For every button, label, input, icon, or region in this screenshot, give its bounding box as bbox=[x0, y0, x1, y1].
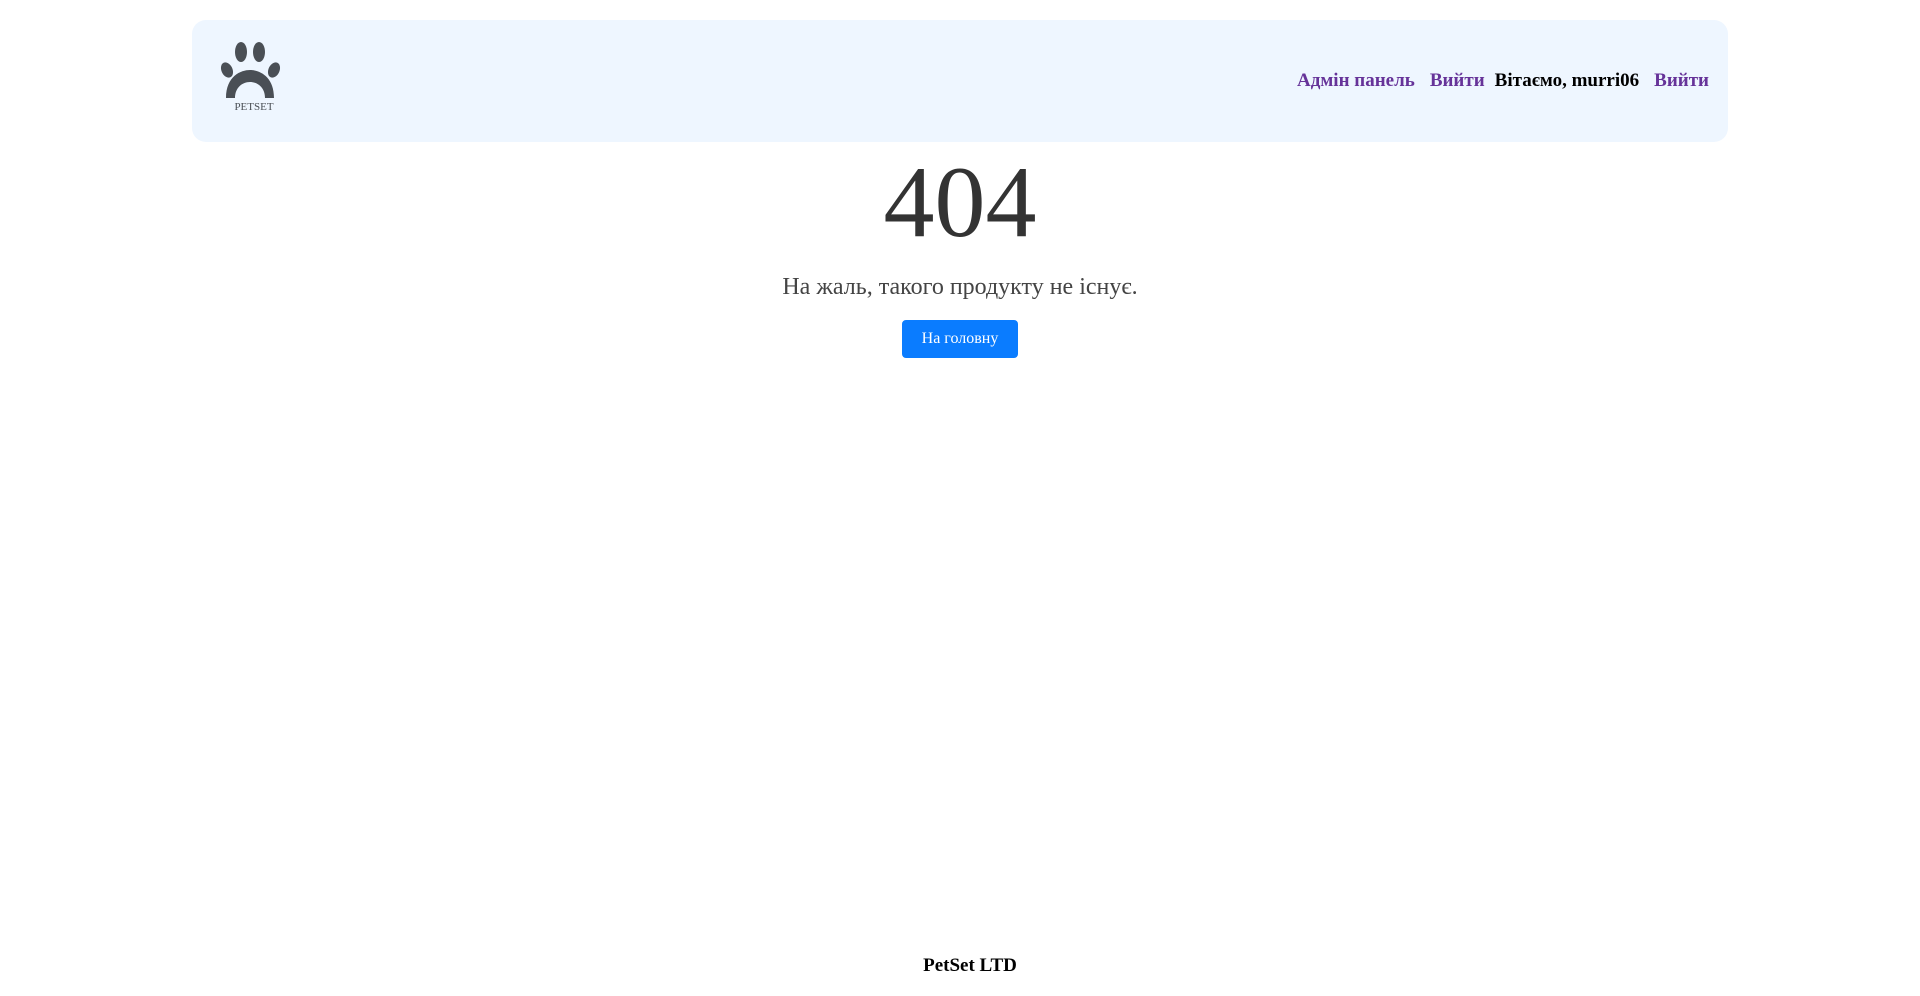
admin-panel-link[interactable]: Адмін панель bbox=[1297, 70, 1415, 92]
logout-link[interactable]: Вийти bbox=[1430, 70, 1485, 92]
site-footer: PetSet LTD bbox=[0, 955, 1920, 977]
logout-link-secondary[interactable]: Вийти bbox=[1654, 70, 1709, 92]
error-code: 404 bbox=[883, 146, 1037, 259]
main-content: 404 На жаль, такого продукту не існує. Н… bbox=[0, 142, 1920, 358]
footer-text: PetSet LTD bbox=[923, 955, 1017, 976]
page: PETSET Адмін панель Вийти Вітаємо, murri… bbox=[0, 0, 1920, 996]
site-header: PETSET Адмін панель Вийти Вітаємо, murri… bbox=[192, 20, 1728, 142]
logo-link[interactable]: PETSET bbox=[218, 40, 290, 120]
logo-text: PETSET bbox=[234, 101, 274, 113]
header-nav: Адмін панель Вийти Вітаємо, murri06 Вийт… bbox=[1297, 20, 1709, 142]
error-message: На жаль, такого продукту не існує. bbox=[782, 274, 1138, 300]
user-greeting: Вітаємо, murri06 bbox=[1494, 70, 1640, 91]
home-button[interactable]: На головну bbox=[902, 320, 1018, 358]
paw-icon bbox=[220, 42, 281, 98]
